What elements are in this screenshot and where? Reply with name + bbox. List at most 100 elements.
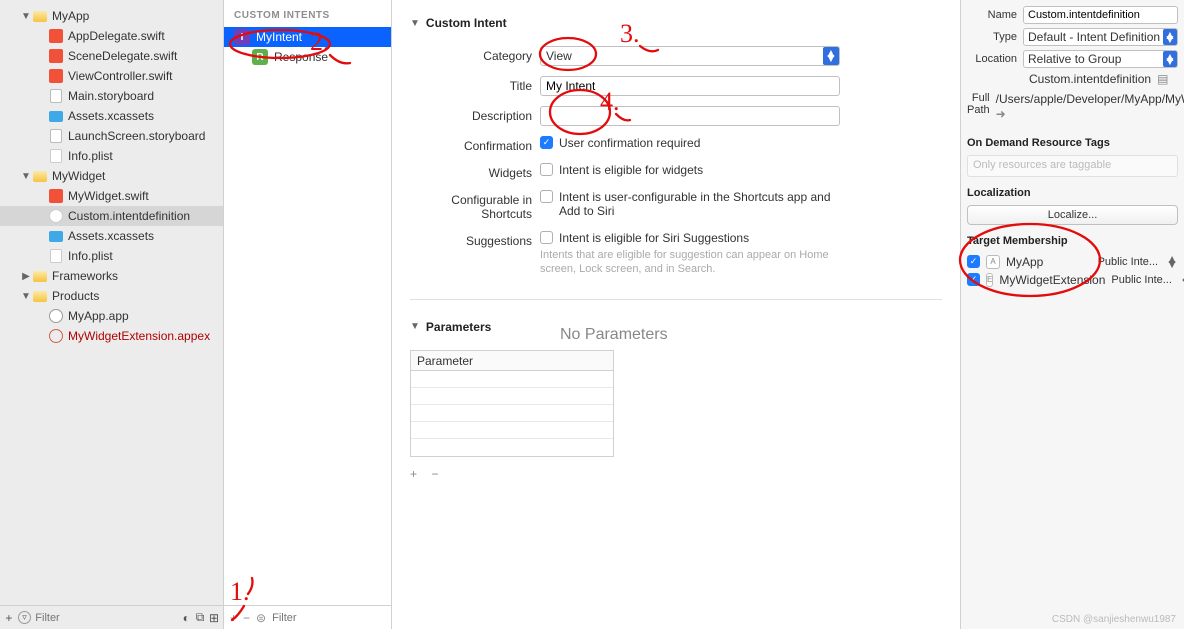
remove-parameter-button[interactable]: − bbox=[431, 467, 438, 481]
suggestions-checkbox[interactable] bbox=[540, 231, 553, 244]
parameters-table[interactable]: Parameter bbox=[410, 350, 614, 457]
tree-file[interactable]: MyApp.app bbox=[0, 306, 223, 326]
target-membership-row[interactable]: ✓EMyWidgetExtensionPublic Inte...▲▼ bbox=[967, 271, 1178, 289]
tree-file[interactable]: ViewController.swift bbox=[0, 66, 223, 86]
name-input[interactable] bbox=[1023, 6, 1178, 24]
file-inspector: Name Type Default - Intent Definition▲▼ … bbox=[960, 0, 1184, 629]
tree-group[interactable]: ▶Frameworks bbox=[0, 266, 223, 286]
tree-file[interactable]: MyWidget.swift bbox=[0, 186, 223, 206]
intents-header: CUSTOM INTENTS bbox=[224, 0, 391, 27]
widgets-label: Widgets bbox=[410, 163, 540, 180]
name-label: Name bbox=[967, 9, 1023, 21]
suggestions-text: Intent is eligible for Siri Suggestions bbox=[559, 231, 749, 245]
tree-file[interactable]: Main.storyboard bbox=[0, 86, 223, 106]
chevron-updown-icon: ▲▼ bbox=[1166, 257, 1178, 267]
target-icon: E bbox=[986, 273, 993, 287]
confirmation-checkbox[interactable]: ✓ bbox=[540, 136, 553, 149]
add-button[interactable]: + bbox=[4, 611, 14, 625]
type-select[interactable]: Default - Intent Definition▲▼ bbox=[1023, 28, 1178, 46]
scm-icon[interactable]: ⧉ bbox=[195, 610, 205, 625]
navigator-filter-input[interactable] bbox=[35, 612, 177, 624]
stepper-icon: ▲▼ bbox=[823, 47, 839, 65]
widgets-checkbox[interactable] bbox=[540, 163, 553, 176]
visibility-select[interactable]: Public Inte... bbox=[1098, 256, 1159, 268]
tree-file[interactable]: Info.plist bbox=[0, 146, 223, 166]
title-input[interactable] bbox=[540, 76, 840, 96]
disclosure-triangle-icon[interactable]: ▼ bbox=[20, 291, 32, 302]
fullpath-value: /Users/apple/Developer/MyApp/MyWidget/Cu… bbox=[996, 92, 1184, 106]
folder-browse-icon[interactable]: ▤ bbox=[1157, 72, 1168, 88]
type-label: Type bbox=[967, 31, 1023, 43]
resource-tags-field: Only resources are taggable bbox=[967, 155, 1178, 177]
project-navigator: ▼MyAppAppDelegate.swiftSceneDelegate.swi… bbox=[0, 0, 224, 629]
parameter-column-header: Parameter bbox=[411, 351, 613, 371]
recent-icon[interactable]: ◐ bbox=[181, 611, 191, 625]
shortcuts-checkbox[interactable] bbox=[540, 190, 553, 203]
description-label: Description bbox=[410, 106, 540, 123]
tree-group[interactable]: ▼Products bbox=[0, 286, 223, 306]
remove-intent-button[interactable]: − bbox=[243, 611, 250, 625]
tree-file[interactable]: MyWidgetExtension.appex bbox=[0, 326, 223, 346]
target-name: MyWidgetExtension bbox=[999, 273, 1105, 287]
reveal-icon[interactable]: ➜ bbox=[996, 107, 1006, 121]
watermark: CSDN @sanjieshenwu1987 bbox=[1052, 614, 1176, 625]
category-value: View bbox=[546, 49, 572, 63]
chevron-updown-icon: ▲▼ bbox=[1180, 275, 1184, 285]
custom-intent-section[interactable]: ▼ Custom Intent bbox=[410, 16, 942, 30]
target-name: MyApp bbox=[1006, 255, 1043, 269]
disclosure-triangle-icon[interactable]: ▼ bbox=[410, 18, 420, 29]
disclosure-triangle-icon[interactable]: ▼ bbox=[20, 11, 32, 22]
disclosure-triangle-icon[interactable]: ▼ bbox=[410, 321, 420, 332]
add-intent-button[interactable]: + bbox=[230, 611, 237, 625]
tree-file[interactable]: SceneDelegate.swift bbox=[0, 46, 223, 66]
intent-item[interactable]: I MyIntent bbox=[224, 27, 391, 47]
tm-checkbox[interactable]: ✓ bbox=[967, 273, 980, 286]
intent-badge-icon: I bbox=[234, 29, 250, 45]
intent-name: MyIntent bbox=[256, 30, 302, 44]
filter-icon: ⊜ bbox=[256, 611, 266, 625]
location-path: Custom.intentdefinition bbox=[1029, 72, 1151, 88]
location-select[interactable]: Relative to Group▲▼ bbox=[1023, 50, 1178, 68]
tree-file[interactable]: AppDelegate.swift bbox=[0, 26, 223, 46]
intent-editor: ▼ Custom Intent Category View ▲▼ Title D… bbox=[392, 0, 960, 629]
tree-file[interactable]: Assets.xcassets bbox=[0, 106, 223, 126]
category-select[interactable]: View ▲▼ bbox=[540, 46, 840, 66]
tm-checkbox[interactable]: ✓ bbox=[967, 255, 980, 268]
intent-name: Response bbox=[274, 50, 328, 64]
suggestions-label: Suggestions bbox=[410, 231, 540, 248]
visibility-select[interactable]: Public Inte... bbox=[1111, 274, 1172, 286]
confirmation-text: User confirmation required bbox=[559, 136, 700, 150]
confirmation-label: Confirmation bbox=[410, 136, 540, 153]
filter-scope-button[interactable]: ▿ bbox=[18, 611, 31, 624]
disclosure-triangle-icon[interactable]: ▼ bbox=[20, 171, 32, 182]
new-group-icon[interactable]: ⊞ bbox=[209, 611, 219, 625]
localization-title: Localization bbox=[967, 187, 1178, 199]
custom-intents-panel: CUSTOM INTENTS I MyIntent RResponse + − ⊜ bbox=[224, 0, 392, 629]
add-parameter-button[interactable]: + bbox=[410, 467, 417, 481]
disclosure-triangle-icon[interactable]: ▶ bbox=[20, 271, 32, 282]
tree-group[interactable]: ▼MyApp bbox=[0, 6, 223, 26]
parameters-section[interactable]: ▼ Parameters bbox=[410, 320, 942, 334]
target-membership-title: Target Membership bbox=[967, 235, 1178, 247]
target-icon: A bbox=[986, 255, 1000, 269]
title-label: Title bbox=[410, 76, 540, 93]
tree-file[interactable]: LaunchScreen.storyboard bbox=[0, 126, 223, 146]
description-input[interactable] bbox=[540, 106, 840, 126]
file-tree[interactable]: ▼MyAppAppDelegate.swiftSceneDelegate.swi… bbox=[0, 0, 223, 605]
tree-file[interactable]: Info.plist bbox=[0, 246, 223, 266]
location-label: Location bbox=[967, 53, 1023, 65]
section-title: Parameters bbox=[426, 320, 491, 334]
navigator-footer: + ▿ ◐ ⧉ ⊞ bbox=[0, 605, 223, 629]
tree-group[interactable]: ▼MyWidget bbox=[0, 166, 223, 186]
tree-file[interactable]: Assets.xcassets bbox=[0, 226, 223, 246]
fullpath-label: Full Path bbox=[967, 92, 996, 116]
shortcuts-text: Intent is user-configurable in the Short… bbox=[559, 190, 840, 218]
widgets-text: Intent is eligible for widgets bbox=[559, 163, 703, 177]
intent-item[interactable]: RResponse bbox=[224, 47, 391, 67]
resource-tags-title: On Demand Resource Tags bbox=[967, 137, 1178, 149]
localize-button[interactable]: Localize... bbox=[967, 205, 1178, 225]
shortcuts-label: Configurable in Shortcuts bbox=[410, 190, 540, 221]
tree-file[interactable]: Custom.intentdefinition bbox=[0, 206, 223, 226]
target-membership-row[interactable]: ✓ A MyApp Public Inte... ▲▼ bbox=[967, 253, 1178, 271]
suggestions-hint: Intents that are eligible for suggestion… bbox=[540, 248, 830, 277]
